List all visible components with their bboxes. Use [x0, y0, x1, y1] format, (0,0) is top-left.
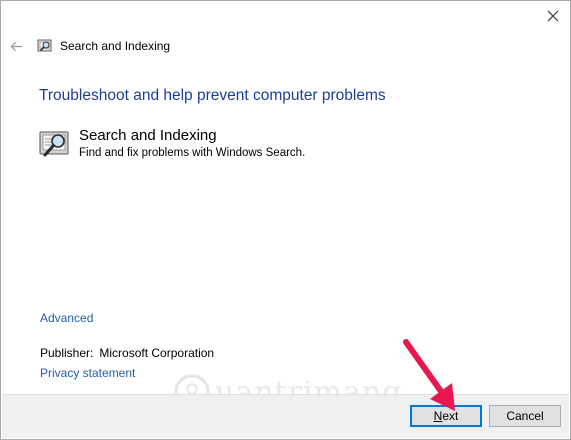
- privacy-statement-link[interactable]: Privacy statement: [40, 366, 135, 380]
- window-title: Search and Indexing: [60, 39, 171, 53]
- dialog-footer: Next Cancel: [2, 394, 569, 438]
- annotation-arrow-icon: [403, 339, 455, 411]
- publisher-label: Publisher:: [40, 346, 94, 360]
- back-button[interactable]: [7, 37, 25, 55]
- cancel-button[interactable]: Cancel: [489, 405, 561, 427]
- troubleshooter-task: Search and Indexing Find and fix problem…: [39, 127, 305, 161]
- page-heading: Troubleshoot and help prevent computer p…: [39, 87, 386, 104]
- search-indexing-icon: [37, 39, 52, 52]
- publisher-value: Microsoft Corporation: [99, 346, 215, 360]
- search-indexing-icon: [39, 131, 69, 157]
- close-icon: [547, 10, 559, 22]
- publisher-info: Publisher: Microsoft Corporation: [40, 346, 214, 360]
- window-title-bar: Search and Indexing: [37, 37, 170, 55]
- task-text: Search and Indexing Find and fix problem…: [79, 127, 305, 161]
- back-arrow-icon: [10, 41, 22, 51]
- close-button[interactable]: [542, 5, 564, 27]
- task-title: Search and Indexing: [79, 127, 217, 144]
- troubleshooter-window: Search and Indexing Troubleshoot and hel…: [0, 0, 571, 440]
- cancel-button-label: Cancel: [506, 409, 544, 423]
- advanced-link[interactable]: Advanced: [40, 311, 93, 325]
- task-description: Find and fix problems with Windows Searc…: [79, 147, 306, 159]
